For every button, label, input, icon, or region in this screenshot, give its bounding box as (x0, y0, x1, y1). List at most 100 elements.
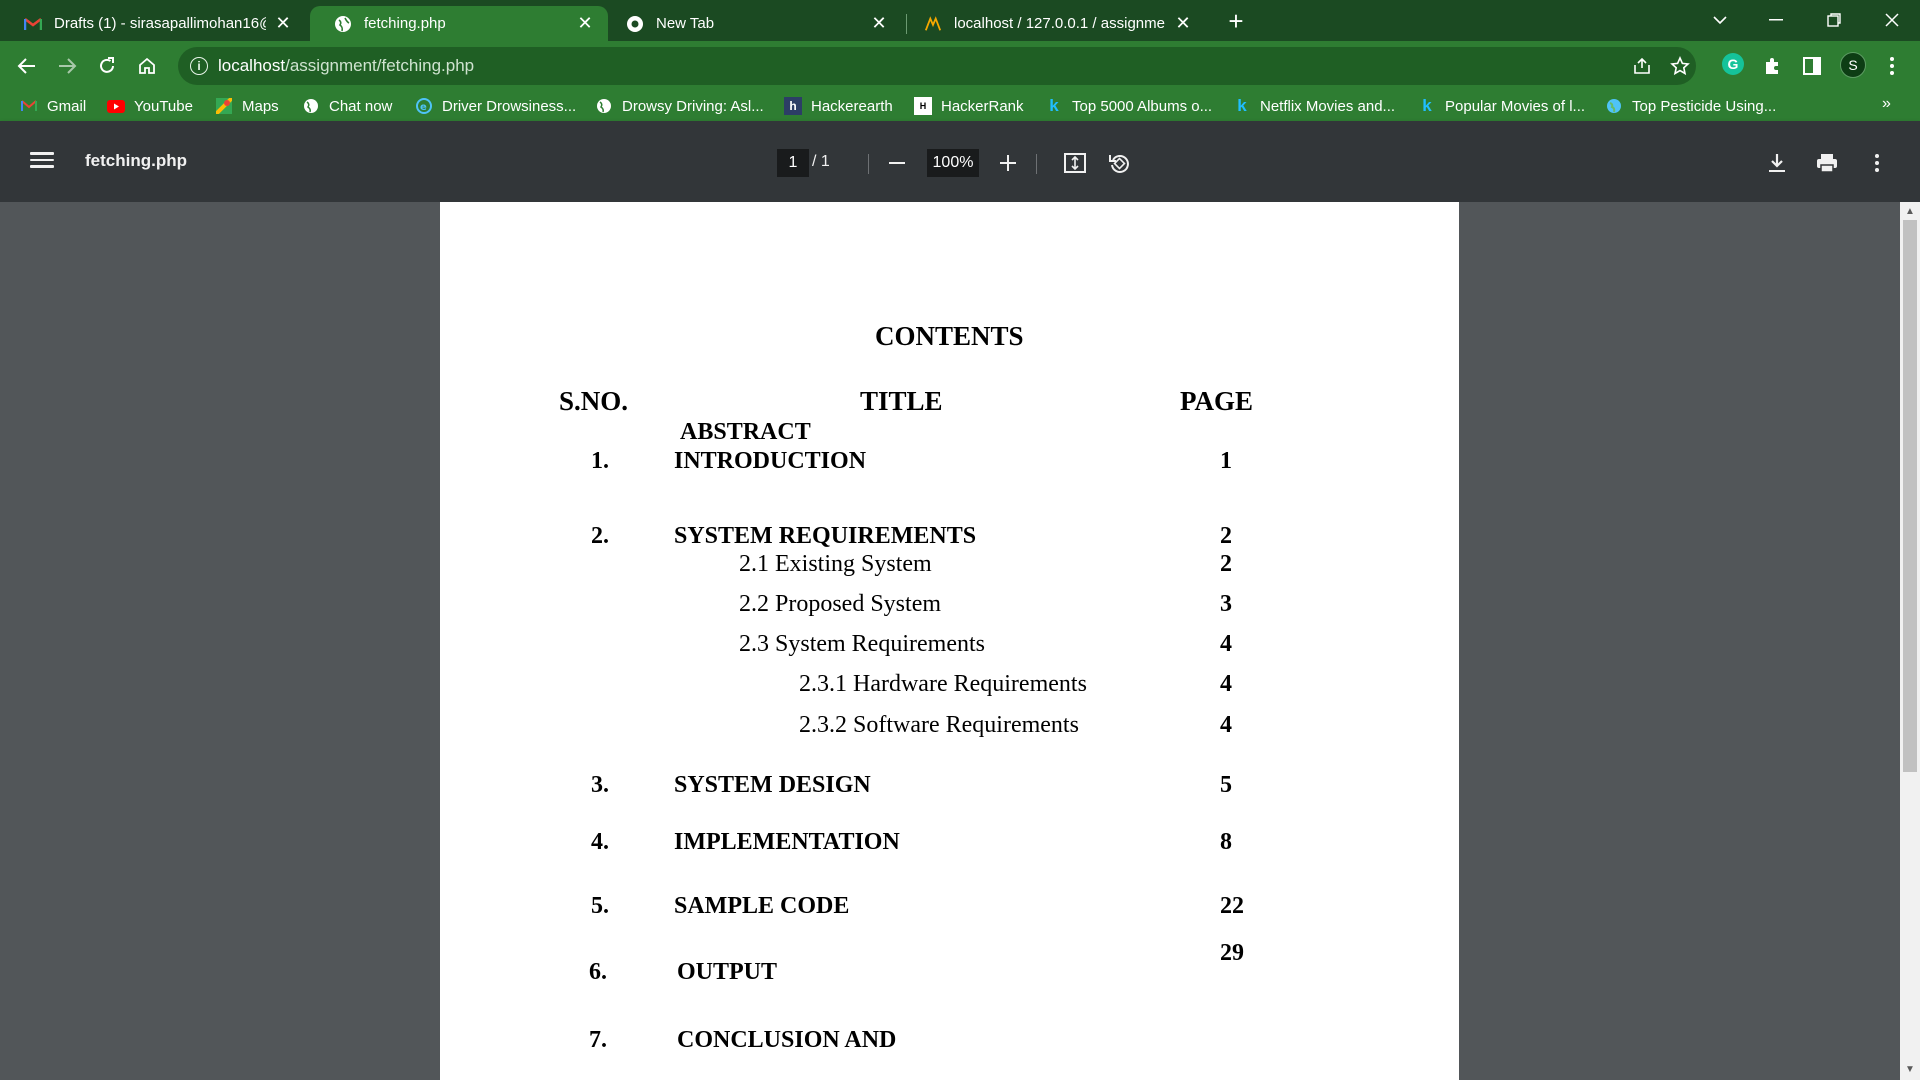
toc-sno: 7. (589, 1027, 607, 1053)
hackerearth-icon: h (784, 97, 802, 115)
tab-new-tab[interactable]: New Tab ✕ (602, 6, 902, 41)
tab-title: Drafts (1) - sirasapallimohan16@ (54, 15, 266, 32)
minimize-icon[interactable] (1756, 6, 1796, 34)
svg-text:e: e (420, 102, 427, 113)
tab-search-icon[interactable] (1700, 6, 1740, 34)
zoom-level-input[interactable]: 100% (927, 149, 979, 177)
bookmark-chat-now[interactable]: Chat now (302, 95, 392, 117)
bookmark-label: Driver Drowsiness... (442, 97, 577, 115)
bookmark-driver-drowsiness[interactable]: e Driver Drowsiness... (415, 95, 576, 117)
scroll-thumb[interactable] (1903, 220, 1917, 772)
bookmark-hackerearth[interactable]: h Hackerearth (784, 95, 893, 117)
scroll-down-arrow-icon[interactable]: ▼ (1904, 1064, 1916, 1076)
toc-subtitle: 2.3.2 Software Requirements (799, 712, 1079, 738)
profile-avatar[interactable]: S (1840, 52, 1866, 78)
close-icon[interactable]: ✕ (870, 13, 888, 34)
bookmarks-bar: Gmail YouTube Maps Chat now e Driver Dro… (0, 91, 1920, 121)
toc-sno: 4. (591, 829, 609, 855)
grammarly-icon[interactable]: G (1722, 53, 1744, 75)
bookmark-top-5000-albums[interactable]: k Top 5000 Albums o... (1045, 95, 1212, 117)
share-icon[interactable] (1630, 54, 1654, 78)
zoom-out-button[interactable] (882, 148, 912, 178)
tab-strip: Drafts (1) - sirasapallimohan16@ ✕ fetch… (0, 0, 1920, 41)
close-icon[interactable]: ✕ (274, 13, 292, 34)
bookmark-maps[interactable]: Maps (215, 95, 279, 117)
toc-title: SYSTEM DESIGN (674, 772, 871, 798)
tab-gmail-drafts[interactable]: Drafts (1) - sirasapallimohan16@ ✕ (0, 6, 306, 41)
bookmark-popular-movies[interactable]: k Popular Movies of l... (1418, 95, 1585, 117)
abstract-entry: ABSTRACT (680, 419, 811, 445)
toc-subtitle: 2.3 System Requirements (739, 631, 985, 657)
chrome-icon (626, 15, 644, 33)
tab-fetching[interactable]: fetching.php ✕ (310, 6, 608, 41)
fit-page-icon[interactable] (1060, 148, 1090, 178)
restore-icon[interactable] (1814, 6, 1854, 34)
toc-title: IMPLEMENTATION (674, 829, 900, 855)
bookmark-hackerrank[interactable]: H HackerRank (914, 95, 1024, 117)
site-info-icon[interactable]: i (190, 57, 208, 75)
more-options-icon[interactable] (1862, 148, 1892, 178)
more-bookmarks-icon[interactable]: » (1882, 95, 1891, 113)
toc-sno: 3. (591, 772, 609, 798)
bookmark-top-pesticide[interactable]: Top Pesticide Using... (1605, 95, 1776, 117)
download-icon[interactable] (1762, 148, 1792, 178)
toc-subtitle: 2.1 Existing System (739, 551, 932, 577)
toc-page: 8 (1220, 829, 1232, 855)
bookmark-youtube[interactable]: YouTube (107, 95, 193, 117)
toc-sno: 5. (591, 893, 609, 919)
print-icon[interactable] (1812, 148, 1842, 178)
side-panel-icon[interactable] (1800, 54, 1824, 78)
close-window-icon[interactable] (1872, 6, 1912, 34)
hackerrank-icon: H (914, 97, 932, 115)
new-tab-button[interactable]: + (1222, 8, 1250, 36)
toc-page: 4 (1220, 631, 1232, 657)
vertical-scrollbar[interactable]: ▲ ▼ (1900, 202, 1920, 1080)
toc-page: 1 (1220, 448, 1232, 474)
divider (1036, 154, 1037, 174)
page-number-input[interactable]: 1 (777, 149, 809, 177)
close-icon[interactable]: ✕ (576, 13, 594, 34)
home-icon[interactable] (131, 50, 163, 82)
toc-page: 3 (1220, 591, 1232, 617)
bookmark-label: Netflix Movies and... (1260, 97, 1396, 115)
bookmark-drowsy-driving[interactable]: Drowsy Driving: Asl... (595, 95, 764, 117)
back-icon[interactable] (11, 50, 43, 82)
tab-title: localhost / 127.0.0.1 / assignmen (954, 15, 1166, 32)
tab-phpmyadmin[interactable]: localhost / 127.0.0.1 / assignmen ✕ (900, 6, 1206, 41)
bookmark-label: HackerRank (941, 97, 1024, 115)
toc-title: SAMPLE CODE (674, 893, 850, 919)
column-header-page: PAGE (1180, 386, 1253, 416)
reload-icon[interactable] (91, 50, 123, 82)
globe-icon (1605, 97, 1623, 115)
page-total: / 1 (812, 153, 830, 170)
browser-toolbar: i localhost/assignment/fetching.php G S (0, 41, 1920, 91)
bookmark-netflix-movies[interactable]: k Netflix Movies and... (1233, 95, 1395, 117)
gmail-icon (24, 15, 42, 33)
menu-kebab-icon[interactable] (1880, 54, 1904, 78)
url-text[interactable]: localhost/assignment/fetching.php (218, 56, 474, 76)
toc-sno: 6. (589, 959, 607, 985)
bookmark-gmail[interactable]: Gmail (20, 95, 86, 117)
toc-subtitle: 2.2 Proposed System (739, 591, 942, 617)
close-icon[interactable]: ✕ (1174, 13, 1192, 34)
scroll-up-arrow-icon[interactable]: ▲ (1904, 206, 1916, 218)
rotate-icon[interactable] (1104, 148, 1134, 178)
divider (868, 154, 869, 174)
bookmark-label: Chat now (329, 97, 393, 115)
pdf-page: CONTENTS S.NO. TITLE PAGE ABSTRACT 1. IN… (440, 202, 1459, 1080)
address-bar[interactable]: i localhost/assignment/fetching.php (178, 47, 1696, 85)
hamburger-menu-icon[interactable] (28, 148, 56, 176)
contents-heading: CONTENTS (875, 321, 1024, 351)
phpmyadmin-icon (924, 15, 942, 33)
bookmark-label: Top 5000 Albums o... (1072, 97, 1213, 115)
kaggle-icon: k (1422, 96, 1432, 115)
zoom-in-button[interactable] (993, 148, 1023, 178)
extensions-icon[interactable] (1760, 54, 1784, 78)
bookmark-star-icon[interactable] (1668, 54, 1692, 78)
forward-icon[interactable] (51, 50, 83, 82)
pdf-viewport[interactable]: CONTENTS S.NO. TITLE PAGE ABSTRACT 1. IN… (0, 202, 1920, 1080)
toc-title: INTRODUCTION (674, 448, 867, 474)
toc-page: 2 (1220, 551, 1232, 577)
column-header-sno: S.NO. (559, 386, 629, 416)
column-header-title: TITLE (860, 386, 943, 416)
